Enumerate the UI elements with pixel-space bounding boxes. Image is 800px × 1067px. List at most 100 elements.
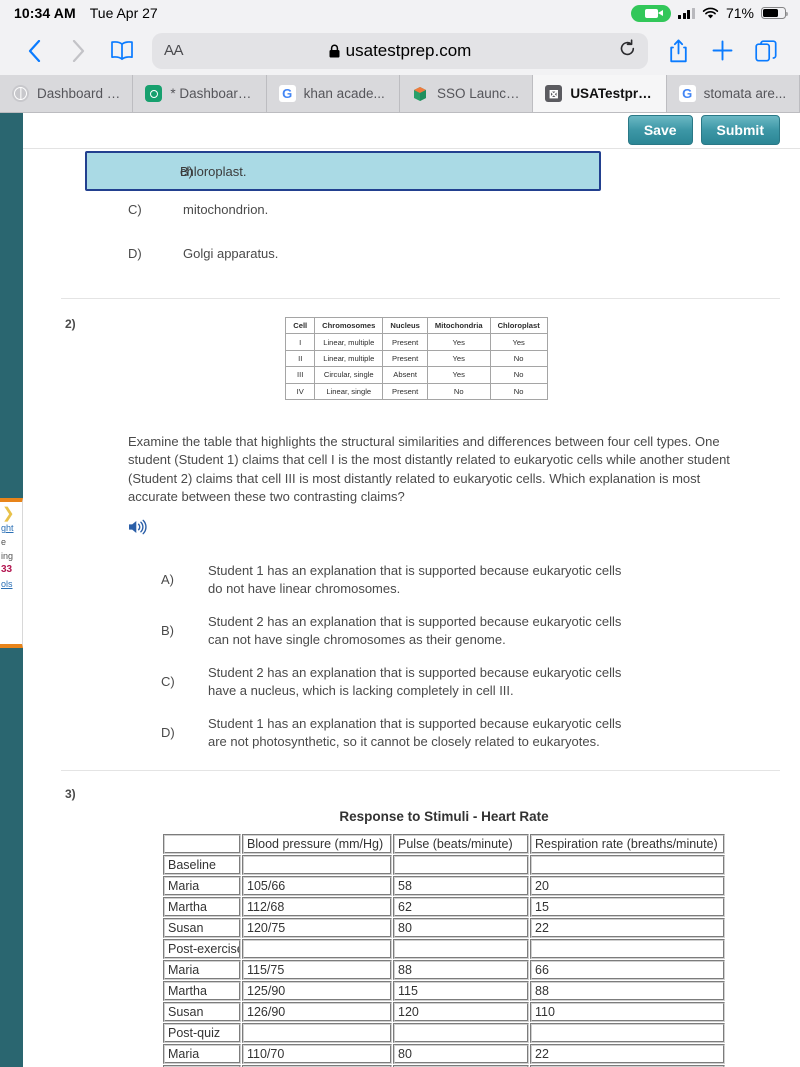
table-cell: No: [489, 366, 548, 384]
back-button[interactable]: [14, 33, 54, 69]
question-2-audio-button[interactable]: [128, 519, 800, 540]
browser-tab-2[interactable]: G khan acade...: [266, 75, 400, 112]
option-text: Student 2 has an explanation that is sup…: [208, 664, 622, 699]
option-letter: C): [161, 674, 175, 690]
table-cell: Maria: [163, 1043, 241, 1064]
table-cell: Absent: [382, 366, 428, 384]
table-cell: 88: [530, 980, 725, 1001]
table-row: Martha 125/90 115 88: [163, 980, 725, 1001]
table-cell: Susan: [163, 917, 241, 938]
battery-icon: [761, 7, 788, 19]
google-favicon-icon: G: [278, 85, 296, 102]
chevron-right-icon: [72, 39, 84, 62]
question1-remaining-options: C) mitochondrion. D) Golgi apparatus.: [33, 201, 800, 289]
question-3-number: 3): [65, 786, 76, 801]
table-cell: [242, 938, 392, 959]
option-text: Student 2 has an explanation that is sup…: [208, 613, 622, 648]
ios-status-bar: 10:34 AM Tue Apr 27 71%: [0, 0, 800, 26]
question2-option-a[interactable]: A) Student 1 has an explanation that is …: [161, 562, 800, 599]
table-cell: Yes: [426, 366, 491, 384]
table-cell: Martha: [163, 980, 241, 1001]
bookmarks-button[interactable]: [102, 33, 142, 69]
question1-option-b-text: B) chloroplast.: [85, 151, 601, 191]
tab-label: khan acade...: [303, 86, 385, 101]
share-button[interactable]: [658, 33, 698, 69]
question-2-number: 2): [65, 317, 76, 331]
table-header-cell: Chloroplast: [489, 316, 548, 335]
browser-tab-5[interactable]: G stomata are...: [666, 75, 800, 112]
option-text: chloroplast.: [180, 163, 247, 179]
browser-toolbar: AA usatestprep.com: [0, 26, 800, 75]
option-letter: D): [161, 725, 175, 741]
table-cell: 125/90: [242, 980, 392, 1001]
double-chevron-right-icon[interactable]: ❯: [0, 506, 22, 521]
option-text: Student 1 has an explanation that is sup…: [208, 715, 622, 750]
question2-option-c[interactable]: C) Student 2 has an explanation that is …: [161, 664, 800, 701]
table-cell: 115/75: [242, 959, 392, 980]
tab-label: * Dashboard...: [170, 86, 254, 101]
table-cell: Yes: [426, 349, 491, 368]
question2-option-d[interactable]: D) Student 1 has an explanation that is …: [161, 715, 800, 752]
question1-option-c[interactable]: C) mitochondrion.: [33, 201, 800, 219]
cube-favicon-icon: [412, 85, 429, 102]
table-cell: Present: [382, 349, 428, 368]
table-row: Susan 126/90 120 110: [163, 1001, 725, 1022]
table-cell: 20: [530, 875, 725, 896]
widget-link[interactable]: ols: [0, 577, 22, 591]
option-text: Golgi apparatus.: [183, 246, 279, 261]
browser-tab-0[interactable]: Dashboard |...: [0, 75, 134, 112]
tabs-overview-button[interactable]: [746, 33, 786, 69]
quiz-content: A) leucoplast. Save Submit B) chloroplas…: [23, 113, 800, 1067]
text-size-button[interactable]: AA: [164, 42, 184, 59]
option-letter: B): [180, 163, 193, 179]
browser-tab-1[interactable]: * Dashboard...: [133, 75, 267, 112]
browser-tab-4-active[interactable]: ⊠ USATestpre...: [533, 75, 667, 112]
question2-option-b[interactable]: B) Student 2 has an explanation that is …: [161, 613, 800, 650]
table-cell: III: [285, 366, 316, 384]
forward-button[interactable]: [58, 33, 98, 69]
table-cell: 58: [393, 875, 529, 896]
reload-button[interactable]: [619, 38, 636, 63]
table-cell: Linear, multiple: [314, 349, 384, 368]
table-cell: Present: [382, 333, 428, 351]
chevron-left-icon: [28, 39, 40, 62]
tab-label: Dashboard |...: [37, 86, 121, 101]
widget-line-1: e: [1, 537, 7, 547]
table-row: Maria 105/66 58 20: [163, 875, 725, 896]
new-tab-button[interactable]: [702, 33, 742, 69]
table-header-cell: Nucleus: [382, 316, 428, 335]
address-bar[interactable]: AA usatestprep.com: [152, 32, 648, 69]
broken-image-favicon-icon: ⊠: [545, 85, 563, 102]
question-2-prompt: Examine the table that highlights the st…: [128, 433, 730, 505]
table-cell: I: [285, 333, 316, 351]
left-side-widget[interactable]: ❯ ght e ing 33 ols: [0, 498, 23, 648]
table-cell: Present: [382, 382, 428, 400]
table-cell: [393, 938, 529, 959]
table-cell: Baseline: [163, 854, 241, 875]
tab-label: stomata are...: [703, 86, 787, 101]
globe-favicon-icon: [12, 85, 29, 102]
option-letter: B): [161, 623, 174, 639]
option-letter: D): [128, 246, 142, 261]
submit-button[interactable]: Submit: [700, 115, 780, 145]
table-cell: Martha: [163, 896, 241, 917]
plus-icon: [712, 40, 732, 61]
table-cell: 15: [530, 896, 725, 917]
table-row: III Circular, single Absent Yes No: [285, 366, 548, 384]
table-cell: 62: [393, 896, 529, 917]
tab-label: USATestpre...: [570, 86, 654, 101]
table-row: Maria 115/75 88 66: [163, 959, 725, 980]
table-cell: IV: [285, 382, 316, 400]
table-header-cell: Pulse (beats/minute): [393, 833, 529, 854]
table-header-cell: Mitochondria: [426, 316, 491, 335]
widget-number: 33: [1, 564, 13, 575]
save-button[interactable]: Save: [627, 115, 693, 145]
widget-line-0[interactable]: ght: [0, 521, 22, 535]
table-cell: 80: [393, 1043, 529, 1064]
widget-line-2: ing: [1, 551, 14, 561]
question1-option-d[interactable]: D) Golgi apparatus.: [33, 245, 800, 263]
table-header-cell: Blood pressure (mm/Hg): [242, 833, 392, 854]
browser-tab-3[interactable]: SSO Launch...: [399, 75, 534, 112]
table-cell: 22: [530, 917, 725, 938]
option-letter: C): [128, 202, 142, 217]
